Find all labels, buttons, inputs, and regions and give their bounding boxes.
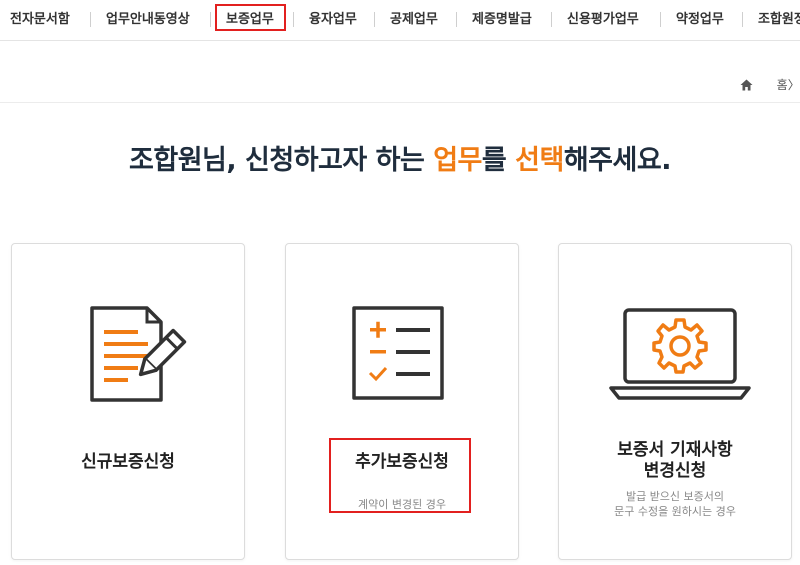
title-text: 를: [481, 145, 516, 176]
top-navigation: 전자문서함 업무안내동영상 보증업무 융자업무 공제업무 제증명발급 신용평가업…: [0, 0, 800, 41]
new-guarantee-card[interactable]: 신규보증신청: [11, 243, 245, 560]
document-pencil-icon: [12, 302, 244, 406]
certificate-change-card[interactable]: 보증서 기재사항 변경신청 발급 받으신 보증서의 문구 수정을 원하시는 경우: [558, 243, 792, 560]
card-subtitle-line2: 문구 수정을 원하시는 경우: [614, 505, 736, 518]
nav-item-member[interactable]: 조합원정: [758, 10, 800, 30]
divider: [0, 102, 800, 103]
nav-separator: [456, 12, 457, 27]
nav-separator: [374, 12, 375, 27]
card-title-line2: 변경신청: [643, 461, 707, 481]
nav-separator: [293, 12, 294, 27]
title-emphasis-select: 선택: [515, 145, 564, 176]
card-subtitle-line1: 발급 받으신 보증서의: [625, 490, 725, 503]
page-title: 조합원님, 신청하고자 하는 업무를 선택해주세요.: [0, 138, 800, 177]
card-title-line1: 보증서 기재사항: [617, 440, 733, 460]
card-title: 추가보증신청: [355, 452, 449, 472]
nav-item-certificates[interactable]: 제증명발급: [472, 10, 532, 30]
card-subtitle: 계약이 변경된 경우: [358, 498, 446, 511]
checklist-icon: [286, 302, 518, 406]
nav-item-agreement[interactable]: 약정업무: [676, 10, 724, 30]
nav-separator: [742, 12, 743, 27]
nav-separator: [551, 12, 552, 27]
title-text: 해주세요.: [563, 145, 672, 176]
nav-item-credit-rating[interactable]: 신용평가업무: [567, 10, 639, 30]
nav-item-guide-video[interactable]: 업무안내동영상: [106, 10, 190, 30]
nav-separator: [660, 12, 661, 27]
laptop-gear-icon: [559, 302, 791, 406]
home-icon[interactable]: [740, 78, 757, 92]
nav-separator: [210, 12, 211, 27]
breadcrumb: 홈〉: [740, 76, 800, 94]
nav-separator: [90, 12, 91, 27]
title-text: 조합원님, 신청하고자 하는: [129, 145, 434, 176]
active-nav-highlight: [215, 4, 286, 31]
additional-guarantee-card[interactable]: 추가보증신청 계약이 변경된 경우: [285, 243, 519, 560]
breadcrumb-separator: 〉: [787, 78, 800, 92]
nav-item-electronic-docs[interactable]: 전자문서함: [10, 10, 70, 30]
nav-item-mutual-aid[interactable]: 공제업무: [390, 10, 438, 30]
card-title: 신규보증신청: [81, 452, 175, 472]
title-emphasis-work: 업무: [433, 145, 482, 176]
breadcrumb-home[interactable]: 홈: [777, 78, 788, 92]
nav-item-loan[interactable]: 융자업무: [309, 10, 357, 30]
